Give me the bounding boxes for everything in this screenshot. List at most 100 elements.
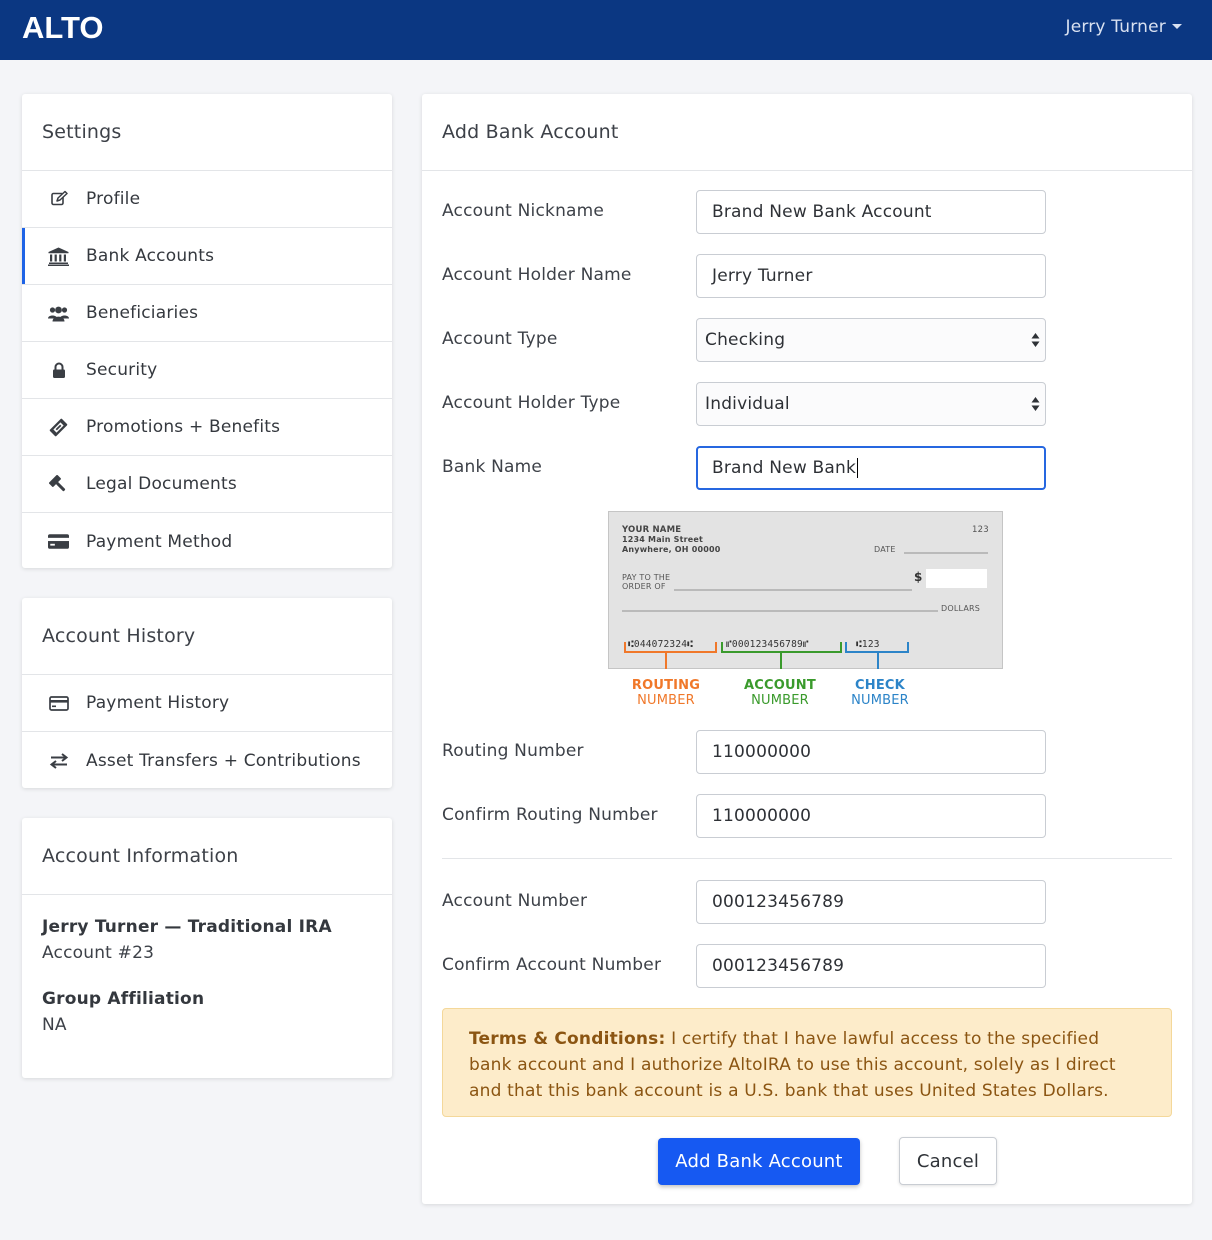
routing-caption-2: NUMBER xyxy=(637,693,695,708)
sidebar-item-label: Beneficiaries xyxy=(86,303,199,323)
account-type-select[interactable]: Checking xyxy=(696,318,1046,362)
account-number-label: Account Number xyxy=(442,891,588,911)
account-caption-2: NUMBER xyxy=(751,693,809,708)
routing-caption-1: ROUTING xyxy=(632,678,700,693)
holder-type-value: Individual xyxy=(705,394,790,414)
terms-alert: Terms & Conditions: I certify that I hav… xyxy=(442,1008,1172,1117)
select-arrows-icon xyxy=(1031,397,1040,411)
gavel-icon xyxy=(48,474,69,495)
add-bank-account-button[interactable]: Add Bank Account xyxy=(658,1138,860,1185)
sidebar-item-label: Legal Documents xyxy=(86,474,237,494)
check-city: Anywhere, OH 00000 xyxy=(622,545,721,554)
sidebar-item-asset-transfers[interactable]: Asset Transfers + Contributions xyxy=(22,732,392,788)
sidebar-item-legal-documents[interactable]: Legal Documents xyxy=(22,456,392,513)
sidebar-item-payment-method[interactable]: Payment Method xyxy=(22,513,392,568)
confirm-account-row: Confirm Account Number 000123456789 xyxy=(442,944,1172,988)
confirm-account-input[interactable]: 000123456789 xyxy=(696,944,1046,988)
terms-heading: Terms & Conditions: xyxy=(469,1029,666,1049)
add-bank-account-card: Add Bank Account Account Nickname Brand … xyxy=(422,94,1192,1204)
sidebar-item-beneficiaries[interactable]: Beneficiaries xyxy=(22,285,392,342)
confirm-account-label: Confirm Account Number xyxy=(442,955,662,975)
group-affiliation-label: Group Affiliation xyxy=(42,989,205,1009)
confirm-routing-value: 110000000 xyxy=(712,806,812,826)
top-navbar: ALTO Jerry Turner xyxy=(0,0,1212,60)
bank-icon xyxy=(48,246,69,267)
check-date-label: DATE xyxy=(874,545,896,554)
credit-card-icon xyxy=(48,531,69,552)
settings-card: Settings Profile Bank Accounts Beneficia… xyxy=(22,94,392,568)
routing-label: Routing Number xyxy=(442,741,584,761)
text-cursor xyxy=(857,458,859,478)
routing-value: 110000000 xyxy=(712,742,812,762)
check-diagram: YOUR NAME 1234 Main Street Anywhere, OH … xyxy=(608,511,1003,708)
bank-name-input[interactable]: Brand New Bank xyxy=(696,446,1046,490)
account-caption-1: ACCOUNT xyxy=(744,678,816,693)
nickname-input[interactable]: Brand New Bank Account xyxy=(696,190,1046,234)
holder-name-label: Account Holder Name xyxy=(442,265,632,285)
alto-logo[interactable]: ALTO xyxy=(22,10,104,46)
sidebar-item-label: Payment Method xyxy=(86,531,233,552)
account-information-body: Jerry Turner — Traditional IRA Account #… xyxy=(22,895,392,1057)
user-menu-dropdown[interactable]: Jerry Turner xyxy=(1065,17,1182,37)
account-history-card: Account History Payment History Asset Tr… xyxy=(22,598,392,788)
sidebar-item-label: Asset Transfers + Contributions xyxy=(86,750,361,771)
sidebar-item-label: Security xyxy=(86,360,158,380)
lock-icon xyxy=(48,360,69,381)
group-affiliation-value: NA xyxy=(42,1015,67,1035)
check-caption-2: NUMBER xyxy=(851,693,909,708)
holder-name-row: Account Holder Name Jerry Turner xyxy=(442,254,1172,298)
holder-name-input[interactable]: Jerry Turner xyxy=(696,254,1046,298)
confirm-account-value: 000123456789 xyxy=(712,956,845,976)
edit-icon xyxy=(48,189,69,210)
caret-down-icon xyxy=(1172,23,1182,29)
account-type-label: Account Type xyxy=(442,329,558,349)
check-micr-check: ⑆123 xyxy=(856,639,880,650)
add-bank-account-title: Add Bank Account xyxy=(422,94,1192,171)
nickname-label: Account Nickname xyxy=(442,201,605,221)
confirm-routing-row: Confirm Routing Number 110000000 xyxy=(442,794,1172,838)
bank-name-label: Bank Name xyxy=(442,457,543,477)
holder-type-label: Account Holder Type xyxy=(442,393,621,413)
sidebar-item-promotions[interactable]: Promotions + Benefits xyxy=(22,399,392,456)
sidebar-item-payment-history[interactable]: Payment History xyxy=(22,675,392,732)
account-number-input[interactable]: 000123456789 xyxy=(696,880,1046,924)
account-history-title: Account History xyxy=(22,598,392,675)
check-dollars-label: DOLLARS xyxy=(941,604,980,613)
account-type-row: Account Type Checking xyxy=(442,318,1172,362)
check-pay-label-1: PAY TO THE xyxy=(622,573,670,582)
account-number-text: Account #23 xyxy=(42,943,155,963)
form-divider xyxy=(442,858,1172,859)
select-arrows-icon xyxy=(1031,333,1040,347)
holder-type-select[interactable]: Individual xyxy=(696,382,1046,426)
holder-name-value: Jerry Turner xyxy=(712,266,813,286)
check-street: 1234 Main Street xyxy=(622,535,703,544)
account-information-card: Account Information Jerry Turner — Tradi… xyxy=(22,818,392,1078)
account-number-value: 000123456789 xyxy=(712,892,845,912)
users-icon xyxy=(48,303,69,324)
confirm-routing-label: Confirm Routing Number xyxy=(442,805,658,825)
routing-row: Routing Number 110000000 xyxy=(442,730,1172,774)
sidebar-item-bank-accounts[interactable]: Bank Accounts xyxy=(22,228,392,285)
nickname-row: Account Nickname Brand New Bank Account xyxy=(442,190,1172,234)
credit-card-icon xyxy=(48,693,69,714)
sidebar-item-profile[interactable]: Profile xyxy=(22,171,392,228)
nickname-value: Brand New Bank Account xyxy=(712,202,932,222)
bank-name-value: Brand New Bank xyxy=(712,458,857,478)
check-micr-account: ⑈000123456789⑈ xyxy=(726,639,809,650)
account-number-row: Account Number 000123456789 xyxy=(442,880,1172,924)
check-pay-label-2: ORDER OF xyxy=(622,582,666,591)
user-name: Jerry Turner xyxy=(1065,17,1166,37)
holder-type-row: Account Holder Type Individual xyxy=(442,382,1172,426)
check-name: YOUR NAME xyxy=(621,525,681,535)
routing-input[interactable]: 110000000 xyxy=(696,730,1046,774)
exchange-icon xyxy=(48,750,69,771)
sidebar-item-label: Bank Accounts xyxy=(86,246,215,266)
sidebar-item-security[interactable]: Security xyxy=(22,342,392,399)
check-micr-routing: ⑆044072324⑆ xyxy=(628,639,693,650)
bank-name-row: Bank Name Brand New Bank xyxy=(442,446,1172,490)
confirm-routing-input[interactable]: 110000000 xyxy=(696,794,1046,838)
sidebar-item-label: Promotions + Benefits xyxy=(86,417,281,437)
cancel-button[interactable]: Cancel xyxy=(899,1137,997,1185)
account-name: Jerry Turner — Traditional IRA xyxy=(42,917,332,937)
check-caption-1: CHECK xyxy=(855,678,906,693)
